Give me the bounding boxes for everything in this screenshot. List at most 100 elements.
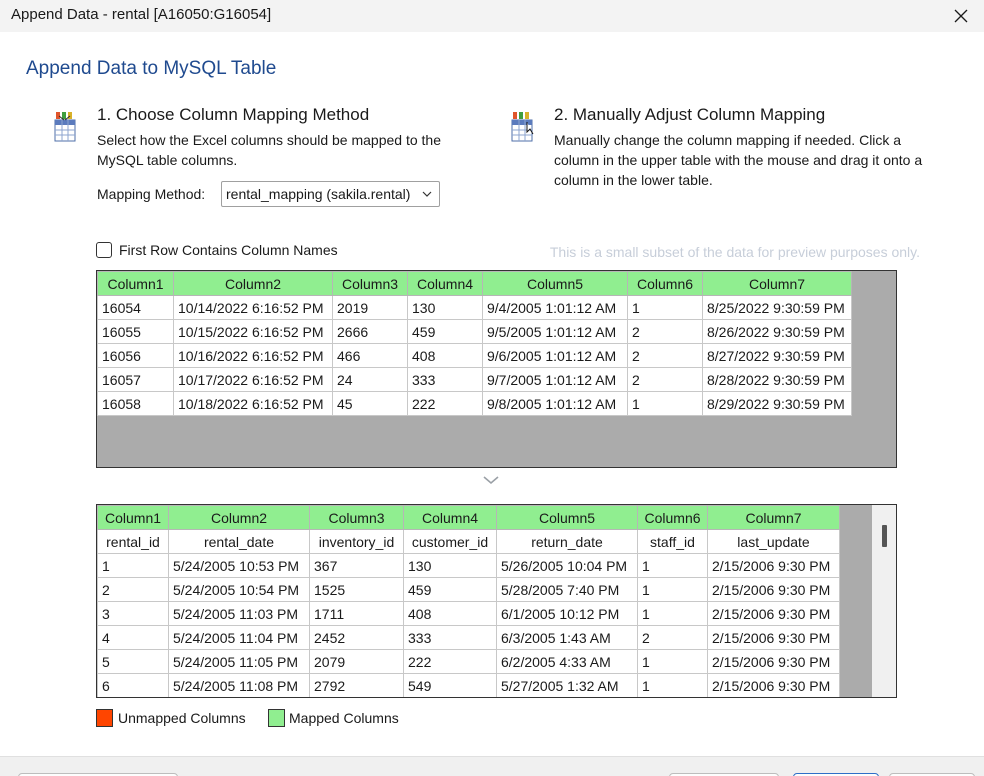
step1-description: Select how the Excel columns should be m… <box>97 132 441 168</box>
target-column-header[interactable]: Column6 <box>637 505 708 530</box>
source-column-header[interactable]: Column5 <box>482 271 628 296</box>
source-column-header[interactable]: Column2 <box>173 271 333 296</box>
source-table-cell: 10/18/2022 6:16:52 PM <box>173 391 333 416</box>
target-column-name[interactable]: rental_id <box>97 529 169 554</box>
target-table-cell: 5/24/2005 11:03 PM <box>168 601 310 626</box>
scrollbar-thumb[interactable] <box>882 525 887 547</box>
target-table-cell: 459 <box>403 577 497 602</box>
target-table-cell: 2079 <box>309 649 404 674</box>
target-column-name[interactable]: return_date <box>496 529 638 554</box>
source-table-cell: 9/6/2005 1:01:12 AM <box>482 343 628 368</box>
source-table-cell: 10/17/2022 6:16:52 PM <box>173 367 333 392</box>
first-row-column-names-checkbox[interactable] <box>96 242 112 258</box>
target-table-cell: 6 <box>97 673 169 697</box>
target-table: Column1 Column2 Column3 Column4 Column5 Colum… <box>97 505 840 697</box>
source-column-header[interactable]: Column6 <box>627 271 703 296</box>
source-table-cell: 16054 <box>97 295 174 320</box>
target-table-row: 1 5/24/2005 10:53 PM 367 130 5/26/2005 10:04… <box>97 553 840 578</box>
vertical-scrollbar[interactable] <box>872 505 896 697</box>
target-table-cell: 549 <box>403 673 497 697</box>
target-table-cell: 6/1/2005 10:12 PM <box>496 601 638 626</box>
target-table-cell: 2 <box>97 577 169 602</box>
target-table-cell: 2/15/2006 9:30 PM <box>707 601 840 626</box>
target-column-header[interactable]: Column7 <box>707 505 840 530</box>
target-table-cell: 130 <box>403 553 497 578</box>
source-table-cell: 10/15/2022 6:16:52 PM <box>173 319 333 344</box>
target-column-header[interactable]: Column4 <box>403 505 497 530</box>
target-table-cell: 5/24/2005 11:08 PM <box>168 673 310 697</box>
source-table-cell: 2019 <box>332 295 408 320</box>
source-data-grid[interactable]: Column1 Column2 Column3 Column4 Column5 Colum… <box>96 270 897 468</box>
target-column-name[interactable]: staff_id <box>637 529 708 554</box>
target-table-cell: 6/3/2005 1:43 AM <box>496 625 638 650</box>
source-table-cell: 9/4/2005 1:01:12 AM <box>482 295 628 320</box>
close-icon <box>954 9 968 23</box>
source-column-header[interactable]: Column1 <box>97 271 174 296</box>
close-button[interactable] <box>938 0 984 32</box>
mapped-legend-label: Mapped Columns <box>289 710 399 726</box>
target-table-cell: 5/24/2005 10:53 PM <box>168 553 310 578</box>
unmapped-legend-swatch <box>96 709 113 727</box>
target-column-name[interactable]: rental_date <box>168 529 310 554</box>
source-table: Column1 Column2 Column3 Column4 Column5 Colum… <box>97 271 852 416</box>
target-table-cell: 2792 <box>309 673 404 697</box>
table-mapping-icon <box>54 112 76 142</box>
source-table-cell: 222 <box>407 391 483 416</box>
source-table-cell: 2 <box>627 319 703 344</box>
source-table-cell: 8/25/2022 9:30:59 PM <box>702 295 852 320</box>
target-table-row: 3 5/24/2005 11:03 PM 1711 408 6/1/2005 10:12… <box>97 601 840 626</box>
target-table-row: 6 5/24/2005 11:08 PM 2792 549 5/27/2005 1:32… <box>97 673 840 697</box>
source-table-cell: 16057 <box>97 367 174 392</box>
preview-note: This is a small subset of the data for p… <box>549 244 920 260</box>
source-table-cell: 16055 <box>97 319 174 344</box>
source-table-cell: 45 <box>332 391 408 416</box>
target-table-cell: 333 <box>403 625 497 650</box>
target-column-name[interactable]: customer_id <box>403 529 497 554</box>
target-table-cell: 1525 <box>309 577 404 602</box>
target-table-grid[interactable]: Column1 Column2 Column3 Column4 Column5 Colum… <box>96 504 897 698</box>
target-column-name[interactable]: inventory_id <box>309 529 404 554</box>
source-table-cell: 9/5/2005 1:01:12 AM <box>482 319 628 344</box>
chevron-down-icon <box>422 191 432 197</box>
source-column-header[interactable]: Column3 <box>332 271 408 296</box>
target-table-cell: 5/24/2005 11:05 PM <box>168 649 310 674</box>
step2-description: Manually change the column mapping if ne… <box>554 132 923 188</box>
dialog-footer <box>0 756 984 776</box>
source-column-header[interactable]: Column4 <box>407 271 483 296</box>
target-column-name[interactable]: last_update <box>707 529 840 554</box>
title-bar: Append Data - rental [A16050:G16054] <box>0 0 984 32</box>
source-table-cell: 8/27/2022 9:30:59 PM <box>702 343 852 368</box>
target-table-cell: 1711 <box>309 601 404 626</box>
target-table-cell: 1 <box>637 649 708 674</box>
source-table-row: 16058 10/18/2022 6:16:52 PM 45 222 9/8/2005 … <box>97 391 852 416</box>
target-column-names-row: rental_id rental_date inventory_id customer… <box>97 529 840 554</box>
target-table-cell: 2/15/2006 9:30 PM <box>707 625 840 650</box>
source-table-cell: 9/7/2005 1:01:12 AM <box>482 367 628 392</box>
source-column-header[interactable]: Column7 <box>702 271 852 296</box>
source-table-cell: 1 <box>627 391 703 416</box>
mapping-method-select[interactable]: rental_mapping (sakila.rental) <box>221 181 440 207</box>
mapped-legend-swatch <box>268 709 285 727</box>
source-table-cell: 10/16/2022 6:16:52 PM <box>173 343 333 368</box>
target-table-cell: 2 <box>637 625 708 650</box>
source-table-cell: 8/29/2022 9:30:59 PM <box>702 391 852 416</box>
target-table-cell: 2452 <box>309 625 404 650</box>
source-table-cell: 459 <box>407 319 483 344</box>
target-table-cell: 1 <box>97 553 169 578</box>
source-table-cell: 9/8/2005 1:01:12 AM <box>482 391 628 416</box>
target-column-header[interactable]: Column1 <box>97 505 169 530</box>
target-table-cell: 5/24/2005 11:04 PM <box>168 625 310 650</box>
first-row-column-names-label[interactable]: First Row Contains Column Names <box>119 242 338 258</box>
source-table-row: 16057 10/17/2022 6:16:52 PM 24 333 9/7/2005 … <box>97 367 852 392</box>
target-table-cell: 5/28/2005 7:40 PM <box>496 577 638 602</box>
step1-title: 1. Choose Column Mapping Method <box>97 105 370 124</box>
step2-title: 2. Manually Adjust Column Mapping <box>554 105 826 124</box>
target-table-row: 2 5/24/2005 10:54 PM 1525 459 5/28/2005 7:40… <box>97 577 840 602</box>
table-mapping-icon <box>511 112 534 142</box>
source-table-cell: 16058 <box>97 391 174 416</box>
target-column-header[interactable]: Column3 <box>309 505 404 530</box>
target-column-header[interactable]: Column5 <box>496 505 638 530</box>
source-table-cell: 8/28/2022 9:30:59 PM <box>702 367 852 392</box>
target-column-header[interactable]: Column2 <box>168 505 310 530</box>
source-table-cell: 16056 <box>97 343 174 368</box>
